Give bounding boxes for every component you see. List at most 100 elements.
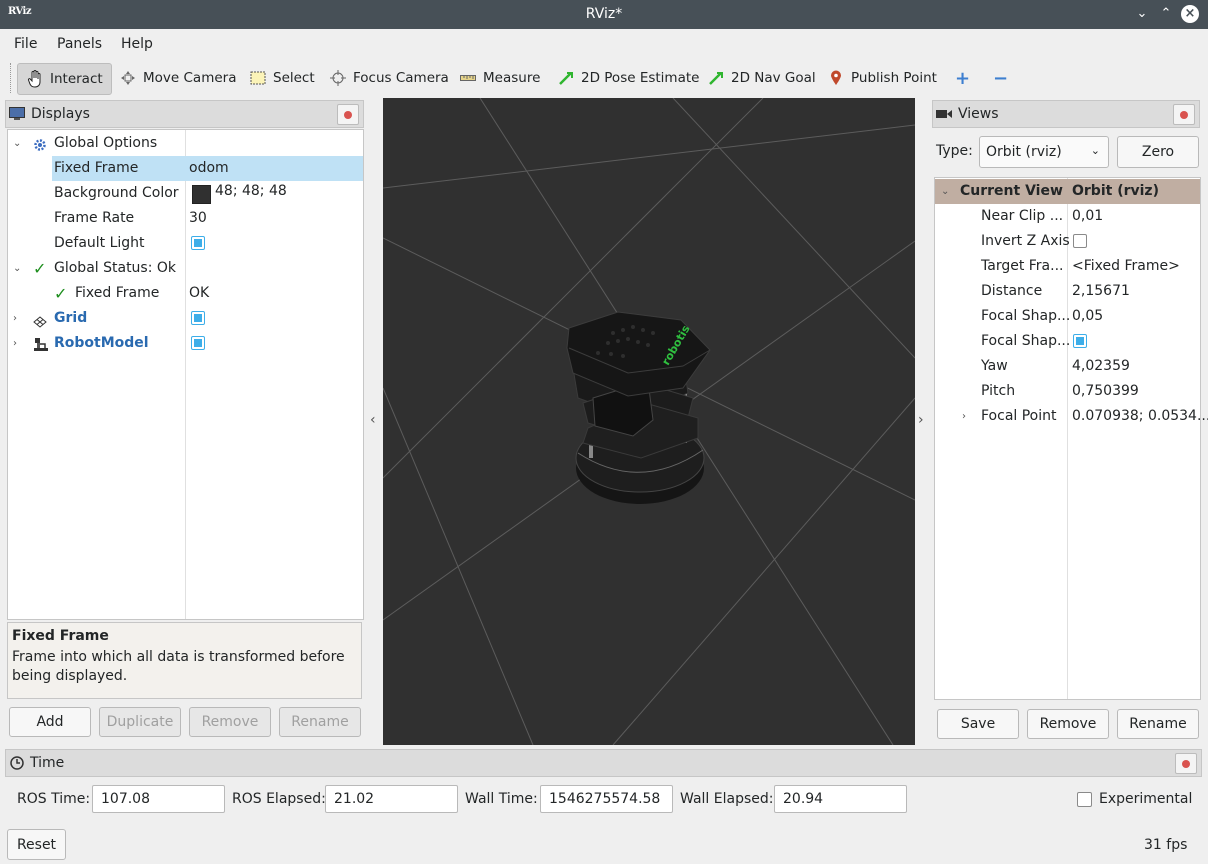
- left-collapse-handle[interactable]: ‹: [370, 412, 376, 428]
- row-value[interactable]: <Fixed Frame>: [1072, 254, 1180, 279]
- row-label: Global Options: [54, 135, 158, 151]
- tree-row-focal-shape-fixed[interactable]: Focal Shap...: [935, 329, 1200, 354]
- move-camera-icon: [119, 69, 137, 87]
- row-value[interactable]: 0,05: [1072, 304, 1103, 329]
- duplicate-button[interactable]: Duplicate: [99, 707, 181, 737]
- tree-row-global-options[interactable]: ⌄ Global Options: [8, 131, 363, 156]
- tree-row-invert-z[interactable]: Invert Z Axis: [935, 229, 1200, 254]
- pose-estimate-label: 2D Pose Estimate: [581, 70, 700, 86]
- reset-button[interactable]: Reset: [7, 829, 66, 860]
- row-value[interactable]: 0,01: [1072, 204, 1103, 229]
- tree-row-yaw[interactable]: Yaw 4,02359: [935, 354, 1200, 379]
- interact-tool[interactable]: Interact: [17, 63, 112, 95]
- tree-row-current-view[interactable]: ⌄ Current View Orbit (rviz): [935, 179, 1200, 204]
- window-title: RViz*: [585, 6, 623, 22]
- minimize-button[interactable]: ⌄: [1133, 5, 1151, 23]
- row-label: Focal Point: [981, 408, 1057, 424]
- remove-view-button[interactable]: Remove: [1027, 709, 1109, 739]
- tree-row-distance[interactable]: Distance 2,15671: [935, 279, 1200, 304]
- menu-file[interactable]: File: [14, 36, 37, 52]
- view-type-select[interactable]: Orbit (rviz) ⌄: [979, 136, 1109, 168]
- tree-row-default-light[interactable]: Default Light: [8, 231, 363, 256]
- green-arrow-icon: [557, 69, 575, 87]
- rename-view-button[interactable]: Rename: [1117, 709, 1199, 739]
- pose-estimate-tool[interactable]: 2D Pose Estimate: [557, 63, 699, 93]
- toolbar-grip[interactable]: [10, 63, 14, 93]
- focus-camera-tool[interactable]: Focus Camera: [329, 63, 449, 93]
- tree-row-robot-model[interactable]: › RobotModel: [8, 331, 363, 356]
- select-icon: [249, 69, 267, 87]
- row-value[interactable]: 2,15671: [1072, 279, 1130, 304]
- frame-rate-value[interactable]: 30: [189, 206, 207, 231]
- row-label: Background Color: [54, 185, 179, 201]
- wall-time-field[interactable]: 1546275574.58: [540, 785, 673, 813]
- row-label: Yaw: [981, 358, 1008, 374]
- publish-point-tool[interactable]: Publish Point: [827, 63, 937, 93]
- grid-checkbox[interactable]: [191, 311, 205, 325]
- view-type-value: Orbit (rviz): [986, 144, 1062, 160]
- color-swatch[interactable]: [192, 185, 211, 204]
- expand-arrow-icon[interactable]: ⌄: [13, 256, 21, 281]
- invert-z-checkbox[interactable]: [1073, 234, 1087, 248]
- add-tool-button[interactable]: +: [955, 63, 970, 93]
- maximize-icon: ⌃: [1160, 6, 1172, 21]
- save-view-button[interactable]: Save: [937, 709, 1019, 739]
- displays-panel-header: Displays: [5, 100, 364, 128]
- displays-close-button[interactable]: [337, 104, 359, 125]
- nav-goal-tool[interactable]: 2D Nav Goal: [707, 63, 816, 93]
- collapse-arrow-icon[interactable]: ›: [13, 306, 17, 331]
- collapse-arrow-icon[interactable]: ›: [962, 404, 966, 429]
- measure-tool[interactable]: Measure: [459, 63, 540, 93]
- tree-row-target-frame[interactable]: Target Fra... <Fixed Frame>: [935, 254, 1200, 279]
- close-icon: ×: [1184, 6, 1196, 21]
- render-viewport[interactable]: robotis: [383, 98, 915, 745]
- row-value[interactable]: 0.070938; 0.0534...: [1072, 404, 1208, 429]
- right-collapse-handle[interactable]: ›: [918, 412, 924, 428]
- fixed-frame-value[interactable]: odom: [189, 156, 229, 181]
- expand-arrow-icon[interactable]: ⌄: [941, 179, 949, 204]
- tree-row-global-status[interactable]: ⌄ ✓ Global Status: Ok: [8, 256, 363, 281]
- fps-indicator: 31 fps: [1144, 837, 1188, 853]
- current-view-label: Current View: [960, 183, 1063, 199]
- expand-arrow-icon[interactable]: ⌄: [13, 131, 21, 156]
- tree-row-status-fixed-frame[interactable]: ✓ Fixed Frame OK: [8, 281, 363, 306]
- select-tool[interactable]: Select: [249, 63, 315, 93]
- tree-row-focal-point[interactable]: › Focal Point 0.070938; 0.0534...: [935, 404, 1208, 429]
- robot-model-checkbox[interactable]: [191, 336, 205, 350]
- row-label: Near Clip ...: [981, 208, 1064, 224]
- camera-icon: [936, 109, 952, 119]
- row-label: Frame Rate: [54, 210, 135, 226]
- views-tree[interactable]: ⌄ Current View Orbit (rviz) Near Clip ..…: [934, 177, 1208, 700]
- row-value[interactable]: 4,02359: [1072, 354, 1130, 379]
- background-color-value[interactable]: 48; 48; 48: [215, 179, 287, 204]
- collapse-arrow-icon[interactable]: ›: [13, 331, 17, 356]
- zero-button[interactable]: Zero: [1117, 136, 1199, 168]
- tree-row-fixed-frame[interactable]: Fixed Frame odom: [8, 156, 363, 181]
- row-value[interactable]: 0,750399: [1072, 379, 1139, 404]
- move-camera-tool[interactable]: Move Camera: [119, 63, 236, 93]
- views-close-button[interactable]: [1173, 104, 1195, 125]
- menu-help[interactable]: Help: [121, 36, 153, 52]
- remove-tool-button[interactable]: −: [993, 63, 1008, 93]
- time-close-button[interactable]: [1175, 753, 1197, 774]
- tree-row-near-clip[interactable]: Near Clip ... 0,01: [935, 204, 1200, 229]
- menu-panels[interactable]: Panels: [57, 36, 102, 52]
- tree-row-background-color[interactable]: Background Color 48; 48; 48: [8, 181, 363, 206]
- add-display-button[interactable]: Add: [9, 707, 91, 737]
- rename-display-button[interactable]: Rename: [279, 707, 361, 737]
- experimental-checkbox[interactable]: [1077, 792, 1092, 807]
- close-window-button[interactable]: ×: [1181, 5, 1199, 23]
- ros-time-field[interactable]: 107.08: [92, 785, 225, 813]
- remove-display-button[interactable]: Remove: [189, 707, 271, 737]
- tree-row-pitch[interactable]: Pitch 0,750399: [935, 379, 1200, 404]
- focal-shape-checkbox[interactable]: [1073, 334, 1087, 348]
- wall-elapsed-label: Wall Elapsed:: [680, 791, 774, 807]
- wall-elapsed-field[interactable]: 20.94: [774, 785, 907, 813]
- tree-row-frame-rate[interactable]: Frame Rate 30: [8, 206, 363, 231]
- tree-row-grid[interactable]: › Grid: [8, 306, 363, 331]
- tree-row-focal-shape-size[interactable]: Focal Shap... 0,05: [935, 304, 1200, 329]
- default-light-checkbox[interactable]: [191, 236, 205, 250]
- maximize-button[interactable]: ⌃: [1157, 5, 1175, 23]
- ros-elapsed-field[interactable]: 21.02: [325, 785, 458, 813]
- displays-tree[interactable]: ⌄ Global Options Fixed Frame odom Backgr…: [7, 129, 364, 620]
